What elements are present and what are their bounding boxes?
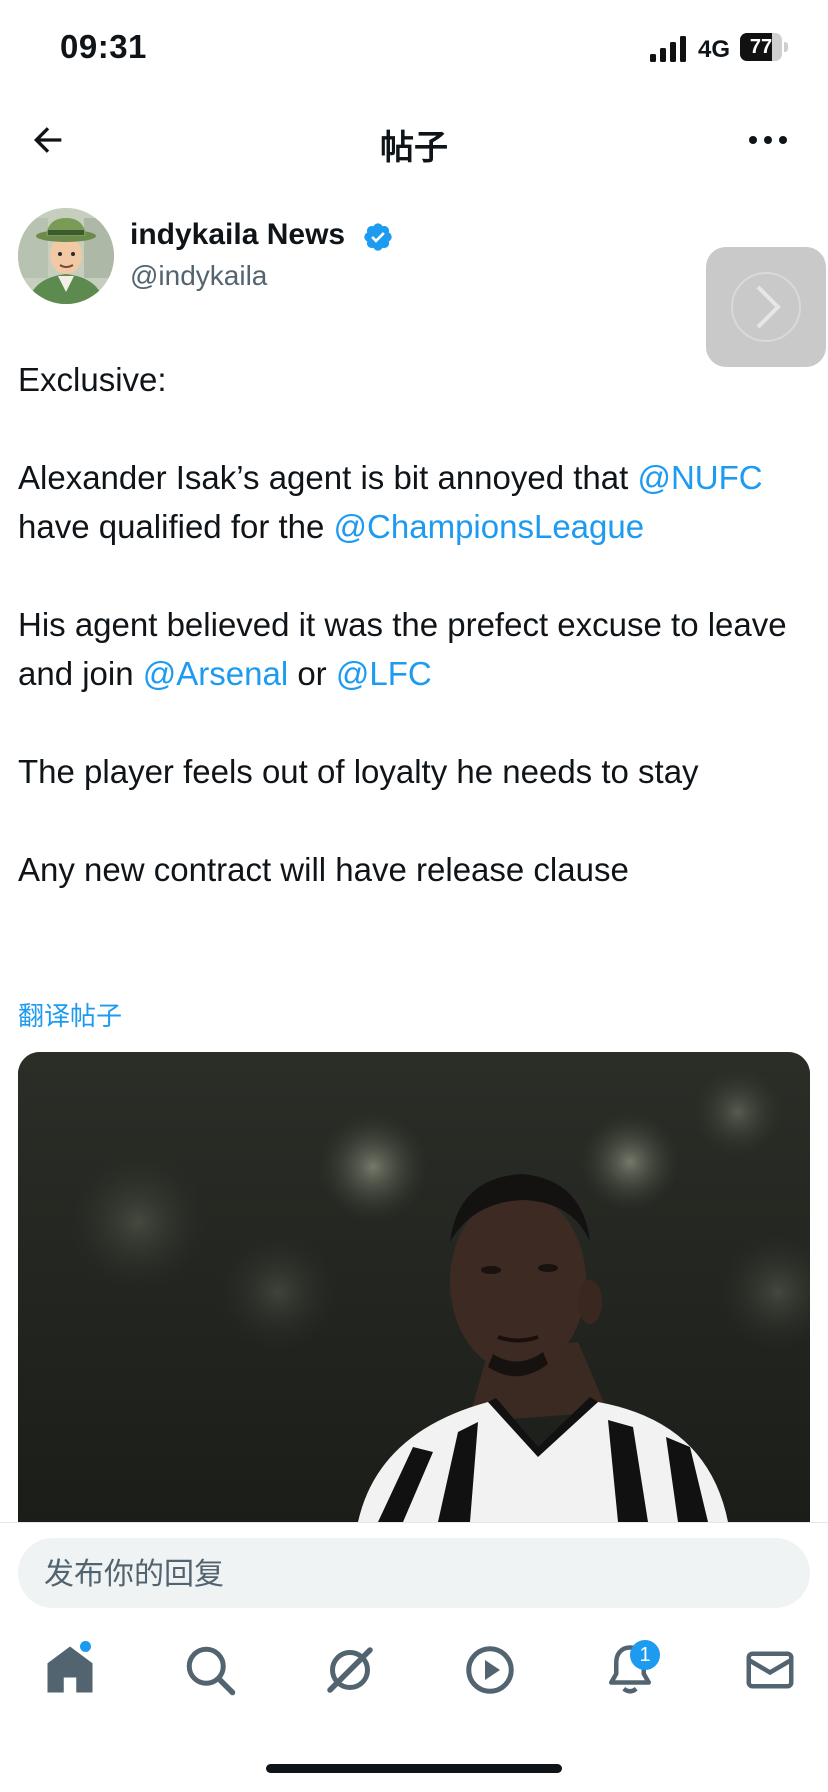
tab-grok[interactable] bbox=[320, 1640, 380, 1700]
tweet-text-span: have qualified for the bbox=[18, 508, 334, 545]
more-horizontal-icon bbox=[749, 136, 787, 144]
chevron-right-icon bbox=[731, 272, 801, 342]
tweet-media-image[interactable] bbox=[18, 1052, 810, 1522]
messages-icon bbox=[746, 1651, 794, 1689]
reply-box[interactable] bbox=[18, 1538, 810, 1610]
notification-badge: 1 bbox=[630, 1640, 660, 1670]
home-indicator bbox=[266, 1764, 562, 1773]
status-time: 09:31 bbox=[60, 28, 147, 65]
tweet-paragraph: Any new contract will have release claus… bbox=[18, 851, 629, 888]
grok-icon bbox=[327, 1647, 373, 1693]
tab-messages[interactable] bbox=[740, 1640, 800, 1700]
translate-post-link[interactable]: 翻译帖子 bbox=[18, 996, 122, 1033]
author-handle[interactable]: @indykaila bbox=[130, 260, 267, 292]
mention-link[interactable]: @NUFC bbox=[637, 459, 762, 496]
home-unread-dot bbox=[80, 1641, 91, 1652]
home-icon bbox=[47, 1646, 93, 1693]
mention-link[interactable]: @LFC bbox=[336, 655, 432, 692]
tab-search[interactable] bbox=[180, 1640, 240, 1700]
tweet-paragraph: His agent believed it was the prefect ex… bbox=[18, 600, 808, 698]
tab-video[interactable] bbox=[460, 1640, 520, 1700]
player-photo bbox=[18, 1052, 810, 1522]
next-arrow-button[interactable] bbox=[706, 247, 826, 367]
search-icon bbox=[186, 1646, 236, 1696]
verified-badge-icon bbox=[364, 223, 392, 251]
author-name[interactable]: indykaila News bbox=[130, 218, 345, 252]
cellular-signal-icon bbox=[650, 36, 686, 62]
more-button[interactable] bbox=[740, 122, 796, 158]
avatar-illustration-icon bbox=[18, 208, 114, 304]
page-title: 帖子 bbox=[380, 129, 448, 167]
tweet-text-span: Alexander Isak’s agent is bit annoyed th… bbox=[18, 459, 638, 496]
reply-divider bbox=[0, 1522, 828, 1523]
tweet-text-span: or bbox=[288, 655, 336, 692]
tweet-paragraph: Alexander Isak’s agent is bit annoyed th… bbox=[18, 453, 808, 551]
tweet-text: Exclusive: Alexander Isak’s agent is bit… bbox=[18, 355, 808, 894]
mention-link[interactable]: @Arsenal bbox=[143, 655, 288, 692]
battery-level: 77 bbox=[749, 36, 773, 58]
tab-home[interactable] bbox=[40, 1640, 100, 1700]
network-type: 4G bbox=[698, 36, 731, 63]
reply-input[interactable] bbox=[42, 1538, 786, 1610]
battery-icon: 77 bbox=[740, 33, 788, 63]
video-icon bbox=[466, 1646, 514, 1694]
mention-link[interactable]: @ChampionsLeague bbox=[334, 508, 645, 545]
tweet-paragraph: The player feels out of loyalty he needs… bbox=[18, 753, 699, 790]
tweet-paragraph: Exclusive: bbox=[18, 361, 167, 398]
avatar[interactable] bbox=[18, 208, 114, 304]
